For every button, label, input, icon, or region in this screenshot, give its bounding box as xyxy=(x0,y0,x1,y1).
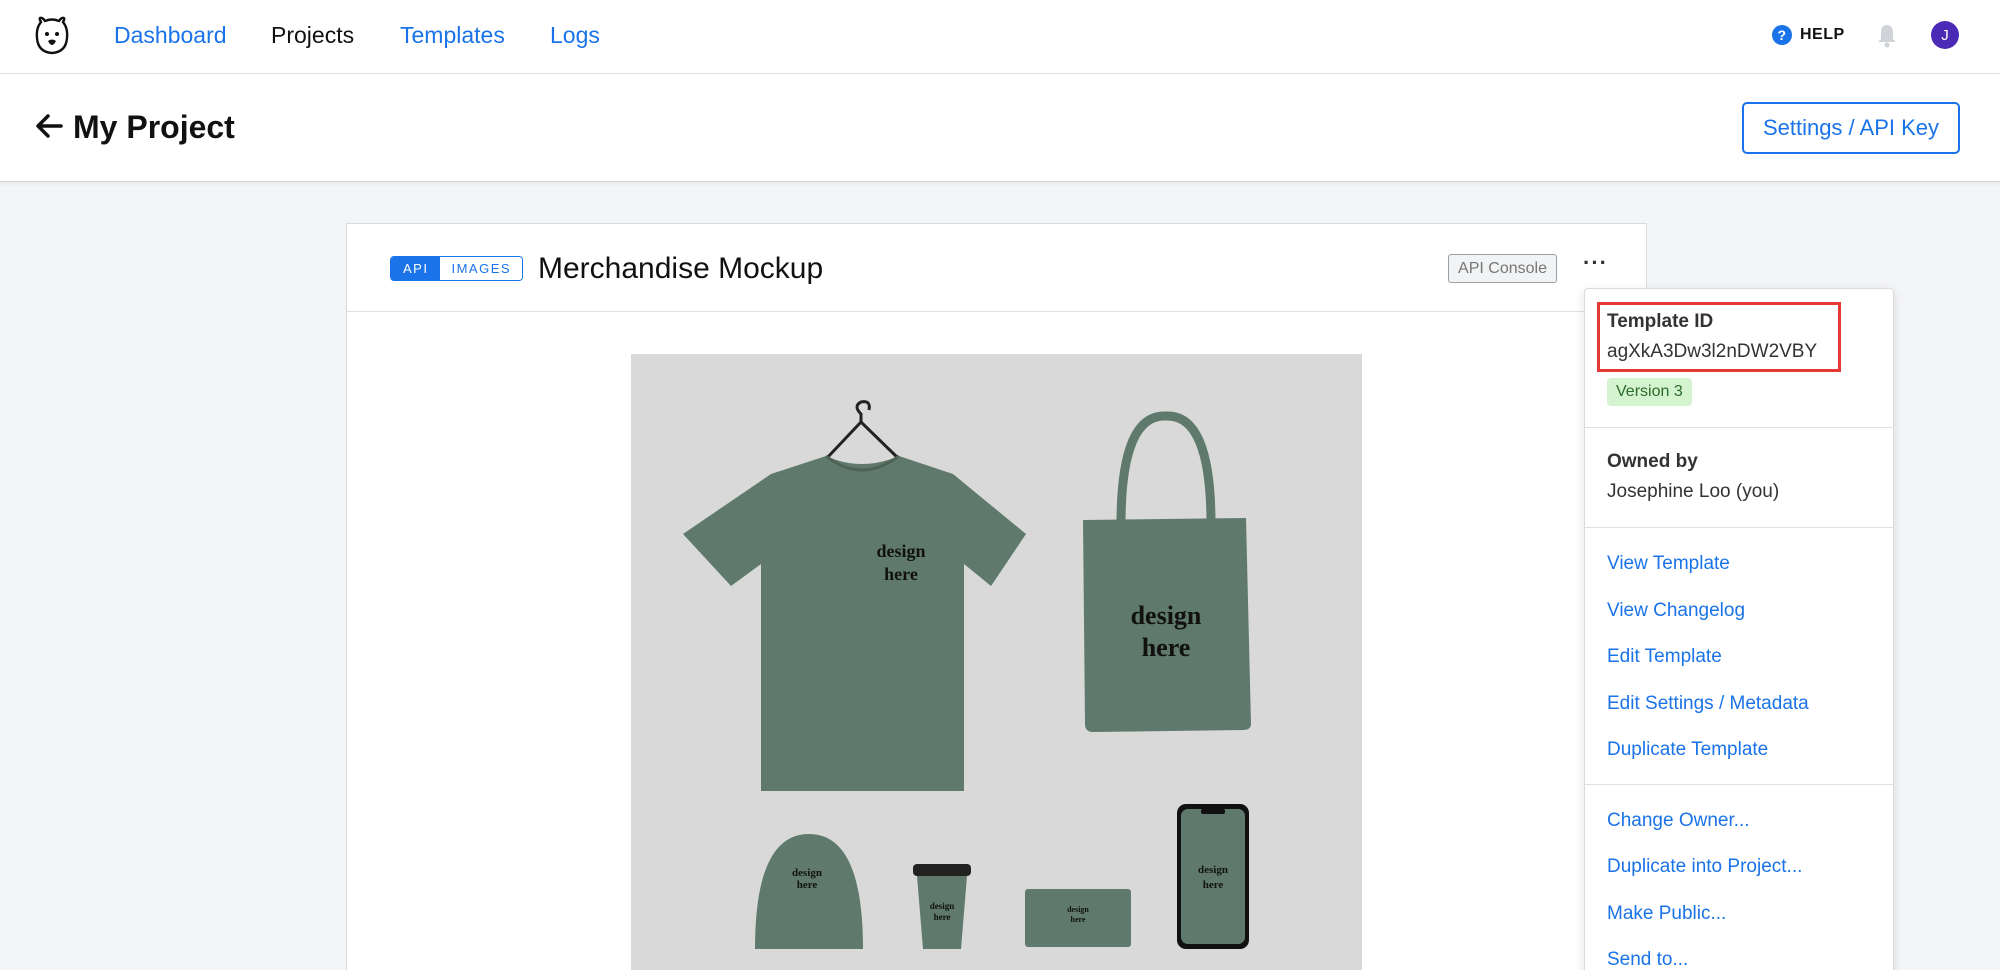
tote-design-text-2: here xyxy=(1142,633,1191,662)
change-owner-link[interactable]: Change Owner... xyxy=(1607,809,1750,833)
tshirt-design-text-1: design xyxy=(876,541,925,561)
menu-divider xyxy=(1585,527,1893,528)
tote-design-text-1: design xyxy=(1131,601,1202,630)
make-public-link[interactable]: Make Public... xyxy=(1607,902,1726,926)
template-preview-image: design here design here design here desi… xyxy=(631,354,1362,970)
cup-design-text-1: design xyxy=(930,901,955,911)
bear-logo-icon[interactable] xyxy=(32,14,72,56)
nav-logs-link[interactable]: Logs xyxy=(550,20,600,50)
menu-divider xyxy=(1585,427,1893,428)
question-icon: ? xyxy=(1772,25,1792,45)
nav-dashboard-link[interactable]: Dashboard xyxy=(114,20,227,50)
tshirt-design-text-2: here xyxy=(884,564,918,584)
version-badge: Version 3 xyxy=(1607,378,1692,406)
cap-design-text-2: here xyxy=(797,879,818,891)
card-design-text-2: here xyxy=(1071,915,1086,924)
template-options-menu: Template ID agXkA3Dw3l2nDW2VBY Version 3… xyxy=(1584,288,1894,970)
template-card: API IMAGES Merchandise Mockup API Consol… xyxy=(346,223,1647,970)
template-id-value: agXkA3Dw3l2nDW2VBY xyxy=(1607,341,1818,362)
help-label: HELP xyxy=(1800,26,1845,43)
project-title: My Project xyxy=(73,109,235,145)
template-card-header: API IMAGES Merchandise Mockup API Consol… xyxy=(347,224,1646,312)
user-avatar[interactable]: J xyxy=(1931,21,1959,49)
card-design-text-1: design xyxy=(1067,905,1089,914)
merchandise-mockup-illustration: design here design here design here desi… xyxy=(631,354,1362,970)
phone-design-text-2: here xyxy=(1203,879,1224,891)
template-id-label: Template ID xyxy=(1607,311,1714,332)
owned-by-label: Owned by xyxy=(1607,451,1698,472)
template-title: Merchandise Mockup xyxy=(538,252,824,285)
view-template-link[interactable]: View Template xyxy=(1607,552,1730,576)
bell-icon[interactable] xyxy=(1875,22,1899,48)
settings-api-key-button[interactable]: Settings / API Key xyxy=(1742,102,1960,154)
more-options-icon[interactable]: ··· xyxy=(1583,252,1607,280)
top-navbar: Dashboard Projects Templates Logs ? HELP… xyxy=(0,0,2000,74)
edit-settings-metadata-link[interactable]: Edit Settings / Metadata xyxy=(1607,692,1809,716)
api-console-button[interactable]: API Console xyxy=(1448,254,1557,283)
badge-images: IMAGES xyxy=(440,257,523,280)
badge-api: API xyxy=(391,257,441,280)
project-header: My Project Settings / API Key xyxy=(0,74,2000,182)
edit-template-link[interactable]: Edit Template xyxy=(1607,645,1722,669)
owned-by-value: Josephine Loo (you) xyxy=(1607,481,1780,502)
duplicate-into-project-link[interactable]: Duplicate into Project... xyxy=(1607,855,1802,879)
nav-templates-link[interactable]: Templates xyxy=(400,20,505,50)
menu-divider xyxy=(1585,784,1893,785)
template-type-badge: API IMAGES xyxy=(390,256,524,281)
nav-projects-link[interactable]: Projects xyxy=(271,20,354,50)
view-changelog-link[interactable]: View Changelog xyxy=(1607,599,1745,623)
help-button[interactable]: ? HELP xyxy=(1772,22,1845,48)
send-to-link[interactable]: Send to... xyxy=(1607,948,1688,970)
cap-design-text-1: design xyxy=(792,867,822,879)
phone-design-text-1: design xyxy=(1198,864,1228,876)
duplicate-template-link[interactable]: Duplicate Template xyxy=(1607,738,1768,762)
back-arrow-icon[interactable] xyxy=(34,112,64,140)
cup-design-text-2: here xyxy=(934,912,951,922)
